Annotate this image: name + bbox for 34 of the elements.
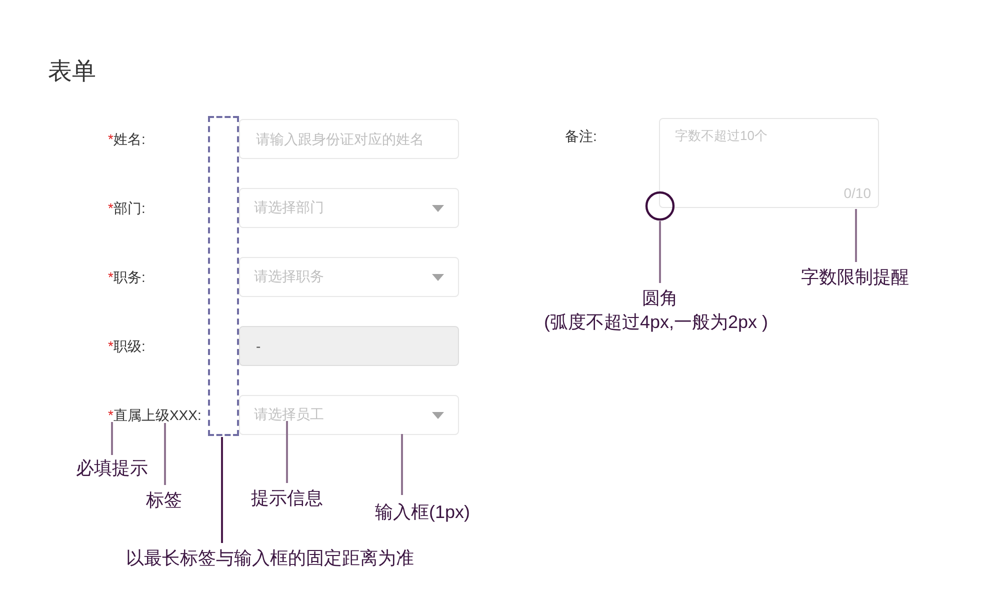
annotation-text: 标签	[146, 489, 182, 511]
required-asterisk: *	[108, 199, 114, 218]
leader-line	[401, 434, 403, 495]
annotation-text: 字数限制提醒	[801, 266, 909, 288]
caret-icon	[432, 274, 444, 280]
field-label: 职务:	[113, 268, 146, 287]
leader-line	[855, 209, 857, 262]
select-field[interactable]: 请选择职务	[239, 257, 459, 297]
circle-marker-icon	[645, 191, 675, 221]
annotation-text: 圆角	[642, 287, 678, 309]
select-field[interactable]: 请选择部门	[239, 188, 459, 228]
required-asterisk: *	[108, 406, 114, 425]
leader-line	[164, 423, 166, 485]
annotation-text: 提示信息	[251, 487, 323, 509]
caret-icon	[432, 204, 444, 212]
leader-line	[111, 422, 113, 455]
select-field[interactable]: 请选择员工	[239, 395, 459, 435]
caret-icon	[432, 412, 444, 418]
field-label: 职级:	[113, 337, 146, 356]
required-asterisk: *	[108, 337, 114, 356]
field-label: 部门:	[113, 199, 146, 218]
input-field[interactable]: 请输入跟身份证对应的姓名	[239, 119, 459, 159]
field-label: 直属上级XXX:	[113, 406, 202, 425]
required-asterisk: *	[108, 268, 114, 287]
leader-line	[659, 221, 661, 283]
leader-line	[286, 421, 288, 483]
annotation-text: (弧度不超过4px,一般为2px )	[544, 311, 768, 333]
field-label: 姓名:	[113, 130, 146, 149]
field-label: 备注:	[565, 127, 598, 146]
required-asterisk: *	[108, 130, 114, 149]
page-title: 表单	[48, 57, 96, 87]
annotation-text: 以最长标签与输入框的固定距离为准	[126, 547, 414, 569]
annotation-text: 必填提示	[76, 457, 148, 479]
annotation-text: 输入框(1px)	[375, 501, 470, 523]
